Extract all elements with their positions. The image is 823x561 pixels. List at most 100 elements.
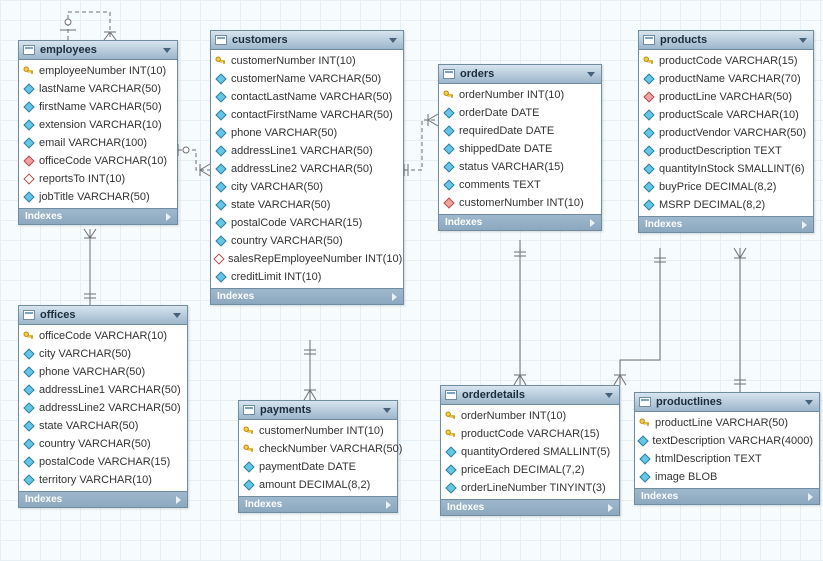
column-row[interactable]: reportsTo INT(10) xyxy=(19,170,177,188)
indexes-footer[interactable]: Indexes xyxy=(211,288,403,304)
indexes-footer[interactable]: Indexes xyxy=(19,491,187,507)
table-payments[interactable]: payments customerNumber INT(10) checkNum… xyxy=(238,400,398,513)
column-row[interactable]: state VARCHAR(50) xyxy=(19,417,187,435)
column-row[interactable]: image BLOB xyxy=(635,468,819,486)
column-row[interactable]: textDescription VARCHAR(4000) xyxy=(635,432,819,450)
column-row[interactable]: productCode VARCHAR(15) xyxy=(441,425,619,443)
indexes-footer[interactable]: Indexes xyxy=(639,216,813,232)
column-row[interactable]: addressLine2 VARCHAR(50) xyxy=(19,399,187,417)
collapse-icon[interactable] xyxy=(173,313,181,318)
table-header[interactable]: orderdetails xyxy=(441,386,619,405)
column-row[interactable]: paymentDate DATE xyxy=(239,458,397,476)
indexes-footer[interactable]: Indexes xyxy=(635,488,819,504)
column-row[interactable]: postalCode VARCHAR(15) xyxy=(19,453,187,471)
collapse-icon[interactable] xyxy=(389,38,397,43)
column-row[interactable]: orderLineNumber TINYINT(3) xyxy=(441,479,619,497)
column-row[interactable]: buyPrice DECIMAL(8,2) xyxy=(639,178,813,196)
expand-icon[interactable] xyxy=(392,293,397,301)
table-offices[interactable]: offices officeCode VARCHAR(10) city VARC… xyxy=(18,305,188,508)
column-row[interactable]: requiredDate DATE xyxy=(439,122,601,140)
column-row[interactable]: orderNumber INT(10) xyxy=(439,86,601,104)
column-row[interactable]: customerNumber INT(10) xyxy=(211,52,403,70)
table-employees[interactable]: employees employeeNumber INT(10) lastNam… xyxy=(18,40,178,225)
column-row[interactable]: priceEach DECIMAL(7,2) xyxy=(441,461,619,479)
column-row[interactable]: orderDate DATE xyxy=(439,104,601,122)
table-orderdetails[interactable]: orderdetails orderNumber INT(10) product… xyxy=(440,385,620,516)
column-row[interactable]: productCode VARCHAR(15) xyxy=(639,52,813,70)
table-header[interactable]: customers xyxy=(211,31,403,50)
table-products[interactable]: products productCode VARCHAR(15) product… xyxy=(638,30,814,233)
column-row[interactable]: comments TEXT xyxy=(439,176,601,194)
table-orders[interactable]: orders orderNumber INT(10) orderDate DAT… xyxy=(438,64,602,231)
indexes-footer[interactable]: Indexes xyxy=(441,499,619,515)
table-header[interactable]: productlines xyxy=(635,393,819,412)
table-productlines[interactable]: productlines productLine VARCHAR(50) tex… xyxy=(634,392,820,505)
column-row[interactable]: checkNumber VARCHAR(50) xyxy=(239,440,397,458)
collapse-icon[interactable] xyxy=(383,408,391,413)
column-row[interactable]: productLine VARCHAR(50) xyxy=(639,88,813,106)
collapse-icon[interactable] xyxy=(587,72,595,77)
column-row[interactable]: officeCode VARCHAR(10) xyxy=(19,327,187,345)
column-row[interactable]: addressLine1 VARCHAR(50) xyxy=(211,142,403,160)
column-row[interactable]: creditLimit INT(10) xyxy=(211,268,403,286)
column-row[interactable]: state VARCHAR(50) xyxy=(211,196,403,214)
collapse-icon[interactable] xyxy=(805,400,813,405)
column-row[interactable]: territory VARCHAR(10) xyxy=(19,471,187,489)
column-row[interactable]: lastName VARCHAR(50) xyxy=(19,80,177,98)
collapse-icon[interactable] xyxy=(605,393,613,398)
column-row[interactable]: email VARCHAR(100) xyxy=(19,134,177,152)
column-row[interactable]: firstName VARCHAR(50) xyxy=(19,98,177,116)
table-header[interactable]: payments xyxy=(239,401,397,420)
table-header[interactable]: offices xyxy=(19,306,187,325)
expand-icon[interactable] xyxy=(802,221,807,229)
expand-icon[interactable] xyxy=(808,493,813,501)
collapse-icon[interactable] xyxy=(163,48,171,53)
column-row[interactable]: customerNumber INT(10) xyxy=(239,422,397,440)
column-row[interactable]: country VARCHAR(50) xyxy=(19,435,187,453)
column-row[interactable]: quantityOrdered SMALLINT(5) xyxy=(441,443,619,461)
indexes-footer[interactable]: Indexes xyxy=(439,214,601,230)
column-row[interactable]: jobTitle VARCHAR(50) xyxy=(19,188,177,206)
column-row[interactable]: customerName VARCHAR(50) xyxy=(211,70,403,88)
table-header[interactable]: orders xyxy=(439,65,601,84)
column-label: email VARCHAR(100) xyxy=(39,136,147,150)
column-row[interactable]: productScale VARCHAR(10) xyxy=(639,106,813,124)
column-row[interactable]: quantityInStock SMALLINT(6) xyxy=(639,160,813,178)
column-row[interactable]: country VARCHAR(50) xyxy=(211,232,403,250)
column-row[interactable]: addressLine2 VARCHAR(50) xyxy=(211,160,403,178)
column-row[interactable]: orderNumber INT(10) xyxy=(441,407,619,425)
column-row[interactable]: shippedDate DATE xyxy=(439,140,601,158)
column-row[interactable]: contactLastName VARCHAR(50) xyxy=(211,88,403,106)
column-row[interactable]: customerNumber INT(10) xyxy=(439,194,601,212)
indexes-footer[interactable]: Indexes xyxy=(239,496,397,512)
column-row[interactable]: addressLine1 VARCHAR(50) xyxy=(19,381,187,399)
expand-icon[interactable] xyxy=(386,501,391,509)
column-row[interactable]: contactFirstName VARCHAR(50) xyxy=(211,106,403,124)
expand-icon[interactable] xyxy=(166,213,171,221)
column-row[interactable]: postalCode VARCHAR(15) xyxy=(211,214,403,232)
column-row[interactable]: employeeNumber INT(10) xyxy=(19,62,177,80)
column-row[interactable]: productLine VARCHAR(50) xyxy=(635,414,819,432)
column-row[interactable]: city VARCHAR(50) xyxy=(19,345,187,363)
expand-icon[interactable] xyxy=(608,504,613,512)
column-row[interactable]: htmlDescription TEXT xyxy=(635,450,819,468)
column-row[interactable]: officeCode VARCHAR(10) xyxy=(19,152,177,170)
indexes-footer[interactable]: Indexes xyxy=(19,208,177,224)
expand-icon[interactable] xyxy=(176,496,181,504)
column-row[interactable]: MSRP DECIMAL(8,2) xyxy=(639,196,813,214)
column-row[interactable]: productName VARCHAR(70) xyxy=(639,70,813,88)
column-row[interactable]: status VARCHAR(15) xyxy=(439,158,601,176)
column-row[interactable]: productVendor VARCHAR(50) xyxy=(639,124,813,142)
column-row[interactable]: extension VARCHAR(10) xyxy=(19,116,177,134)
column-row[interactable]: city VARCHAR(50) xyxy=(211,178,403,196)
expand-icon[interactable] xyxy=(590,219,595,227)
column-row[interactable]: phone VARCHAR(50) xyxy=(211,124,403,142)
column-row[interactable]: salesRepEmployeeNumber INT(10) xyxy=(211,250,403,268)
table-customers[interactable]: customers customerNumber INT(10) custome… xyxy=(210,30,404,305)
column-row[interactable]: amount DECIMAL(8,2) xyxy=(239,476,397,494)
collapse-icon[interactable] xyxy=(799,38,807,43)
table-header[interactable]: products xyxy=(639,31,813,50)
column-row[interactable]: phone VARCHAR(50) xyxy=(19,363,187,381)
table-header[interactable]: employees xyxy=(19,41,177,60)
column-row[interactable]: productDescription TEXT xyxy=(639,142,813,160)
